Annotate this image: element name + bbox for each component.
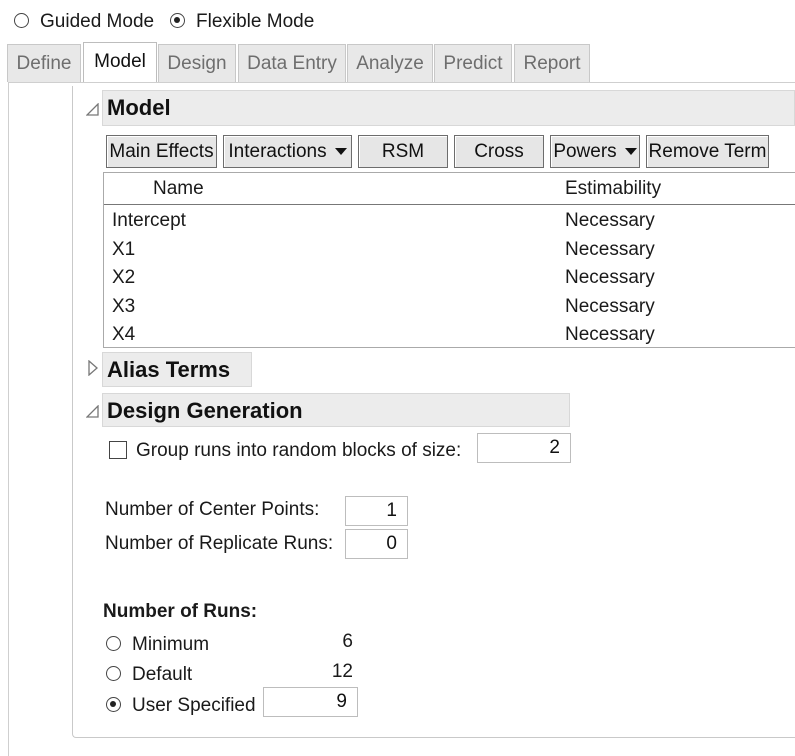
term-name: X2 (112, 267, 136, 288)
design-generation-disclosure-icon[interactable] (85, 403, 100, 425)
runs-default-label: Default (132, 664, 193, 685)
model-section-header[interactable]: Model (102, 90, 795, 126)
model-terms-table: Name Estimability Intercept Necessary X1… (103, 172, 795, 348)
term-name: X3 (112, 296, 136, 317)
term-name: X4 (112, 324, 136, 345)
tab-define[interactable]: Define (7, 44, 81, 82)
tab-data-entry[interactable]: Data Entry (238, 44, 346, 82)
guided-mode-radio[interactable] (14, 13, 29, 28)
guided-mode-label: Guided Mode (40, 11, 155, 32)
term-name: Intercept (112, 210, 186, 231)
flexible-mode-radio[interactable] (170, 13, 185, 28)
center-points-label: Number of Center Points: (105, 499, 320, 520)
table-row[interactable]: X3 Necessary (104, 293, 795, 321)
tab-predict[interactable]: Predict (434, 44, 512, 82)
replicate-runs-label: Number of Replicate Runs: (105, 533, 334, 554)
runs-minimum-radio[interactable] (106, 636, 121, 651)
powers-button-label: Powers (553, 141, 617, 162)
table-header: Name Estimability (104, 173, 795, 205)
interactions-button[interactable]: Interactions (223, 135, 352, 168)
table-row[interactable]: Intercept Necessary (104, 207, 795, 235)
runs-default-radio[interactable] (106, 666, 121, 681)
interactions-button-label: Interactions (228, 141, 327, 162)
chevron-down-icon (334, 148, 347, 156)
number-of-runs-heading: Number of Runs: (103, 601, 258, 622)
table-row[interactable]: X4 Necessary (104, 321, 795, 349)
runs-user-specified-input[interactable]: 9 (263, 687, 358, 717)
term-estimability[interactable]: Necessary (565, 207, 655, 235)
center-points-input[interactable]: 1 (345, 496, 408, 526)
runs-minimum-label: Minimum (132, 634, 210, 655)
runs-default-value: 12 (331, 661, 353, 682)
table-row[interactable]: X2 Necessary (104, 264, 795, 292)
column-header-estimability[interactable]: Estimability (565, 177, 661, 201)
term-estimability[interactable]: Necessary (565, 321, 655, 349)
tab-analyze[interactable]: Analyze (347, 44, 433, 82)
tab-model[interactable]: Model (83, 42, 157, 83)
tab-report[interactable]: Report (514, 44, 590, 82)
rsm-button[interactable]: RSM (358, 135, 448, 168)
term-estimability[interactable]: Necessary (565, 264, 655, 292)
model-disclosure-icon[interactable] (85, 101, 100, 123)
remove-term-button[interactable]: Remove Term (646, 135, 769, 168)
alias-terms-disclosure-icon[interactable] (87, 359, 99, 382)
term-estimability[interactable]: Necessary (565, 236, 655, 264)
term-name: X1 (112, 239, 136, 260)
term-estimability[interactable]: Necessary (565, 293, 655, 321)
flexible-mode-label: Flexible Mode (196, 11, 315, 32)
alias-terms-section-header[interactable]: Alias Terms (102, 352, 252, 387)
block-size-input[interactable]: 2 (477, 433, 571, 463)
runs-user-specified-radio[interactable] (106, 697, 121, 712)
cross-button[interactable]: Cross (454, 135, 544, 168)
main-effects-button[interactable]: Main Effects (106, 135, 217, 168)
runs-user-specified-label: User Specified (132, 695, 256, 716)
powers-button[interactable]: Powers (550, 135, 640, 168)
runs-minimum-value: 6 (342, 631, 353, 652)
chevron-down-icon (624, 148, 637, 156)
column-header-name[interactable]: Name (153, 177, 204, 201)
replicate-runs-input[interactable]: 0 (345, 529, 408, 559)
group-runs-label: Group runs into random blocks of size: (136, 440, 462, 461)
table-row[interactable]: X1 Necessary (104, 236, 795, 264)
design-generation-section-header[interactable]: Design Generation (102, 393, 570, 427)
group-runs-checkbox[interactable] (109, 441, 127, 459)
tab-design[interactable]: Design (158, 44, 236, 82)
